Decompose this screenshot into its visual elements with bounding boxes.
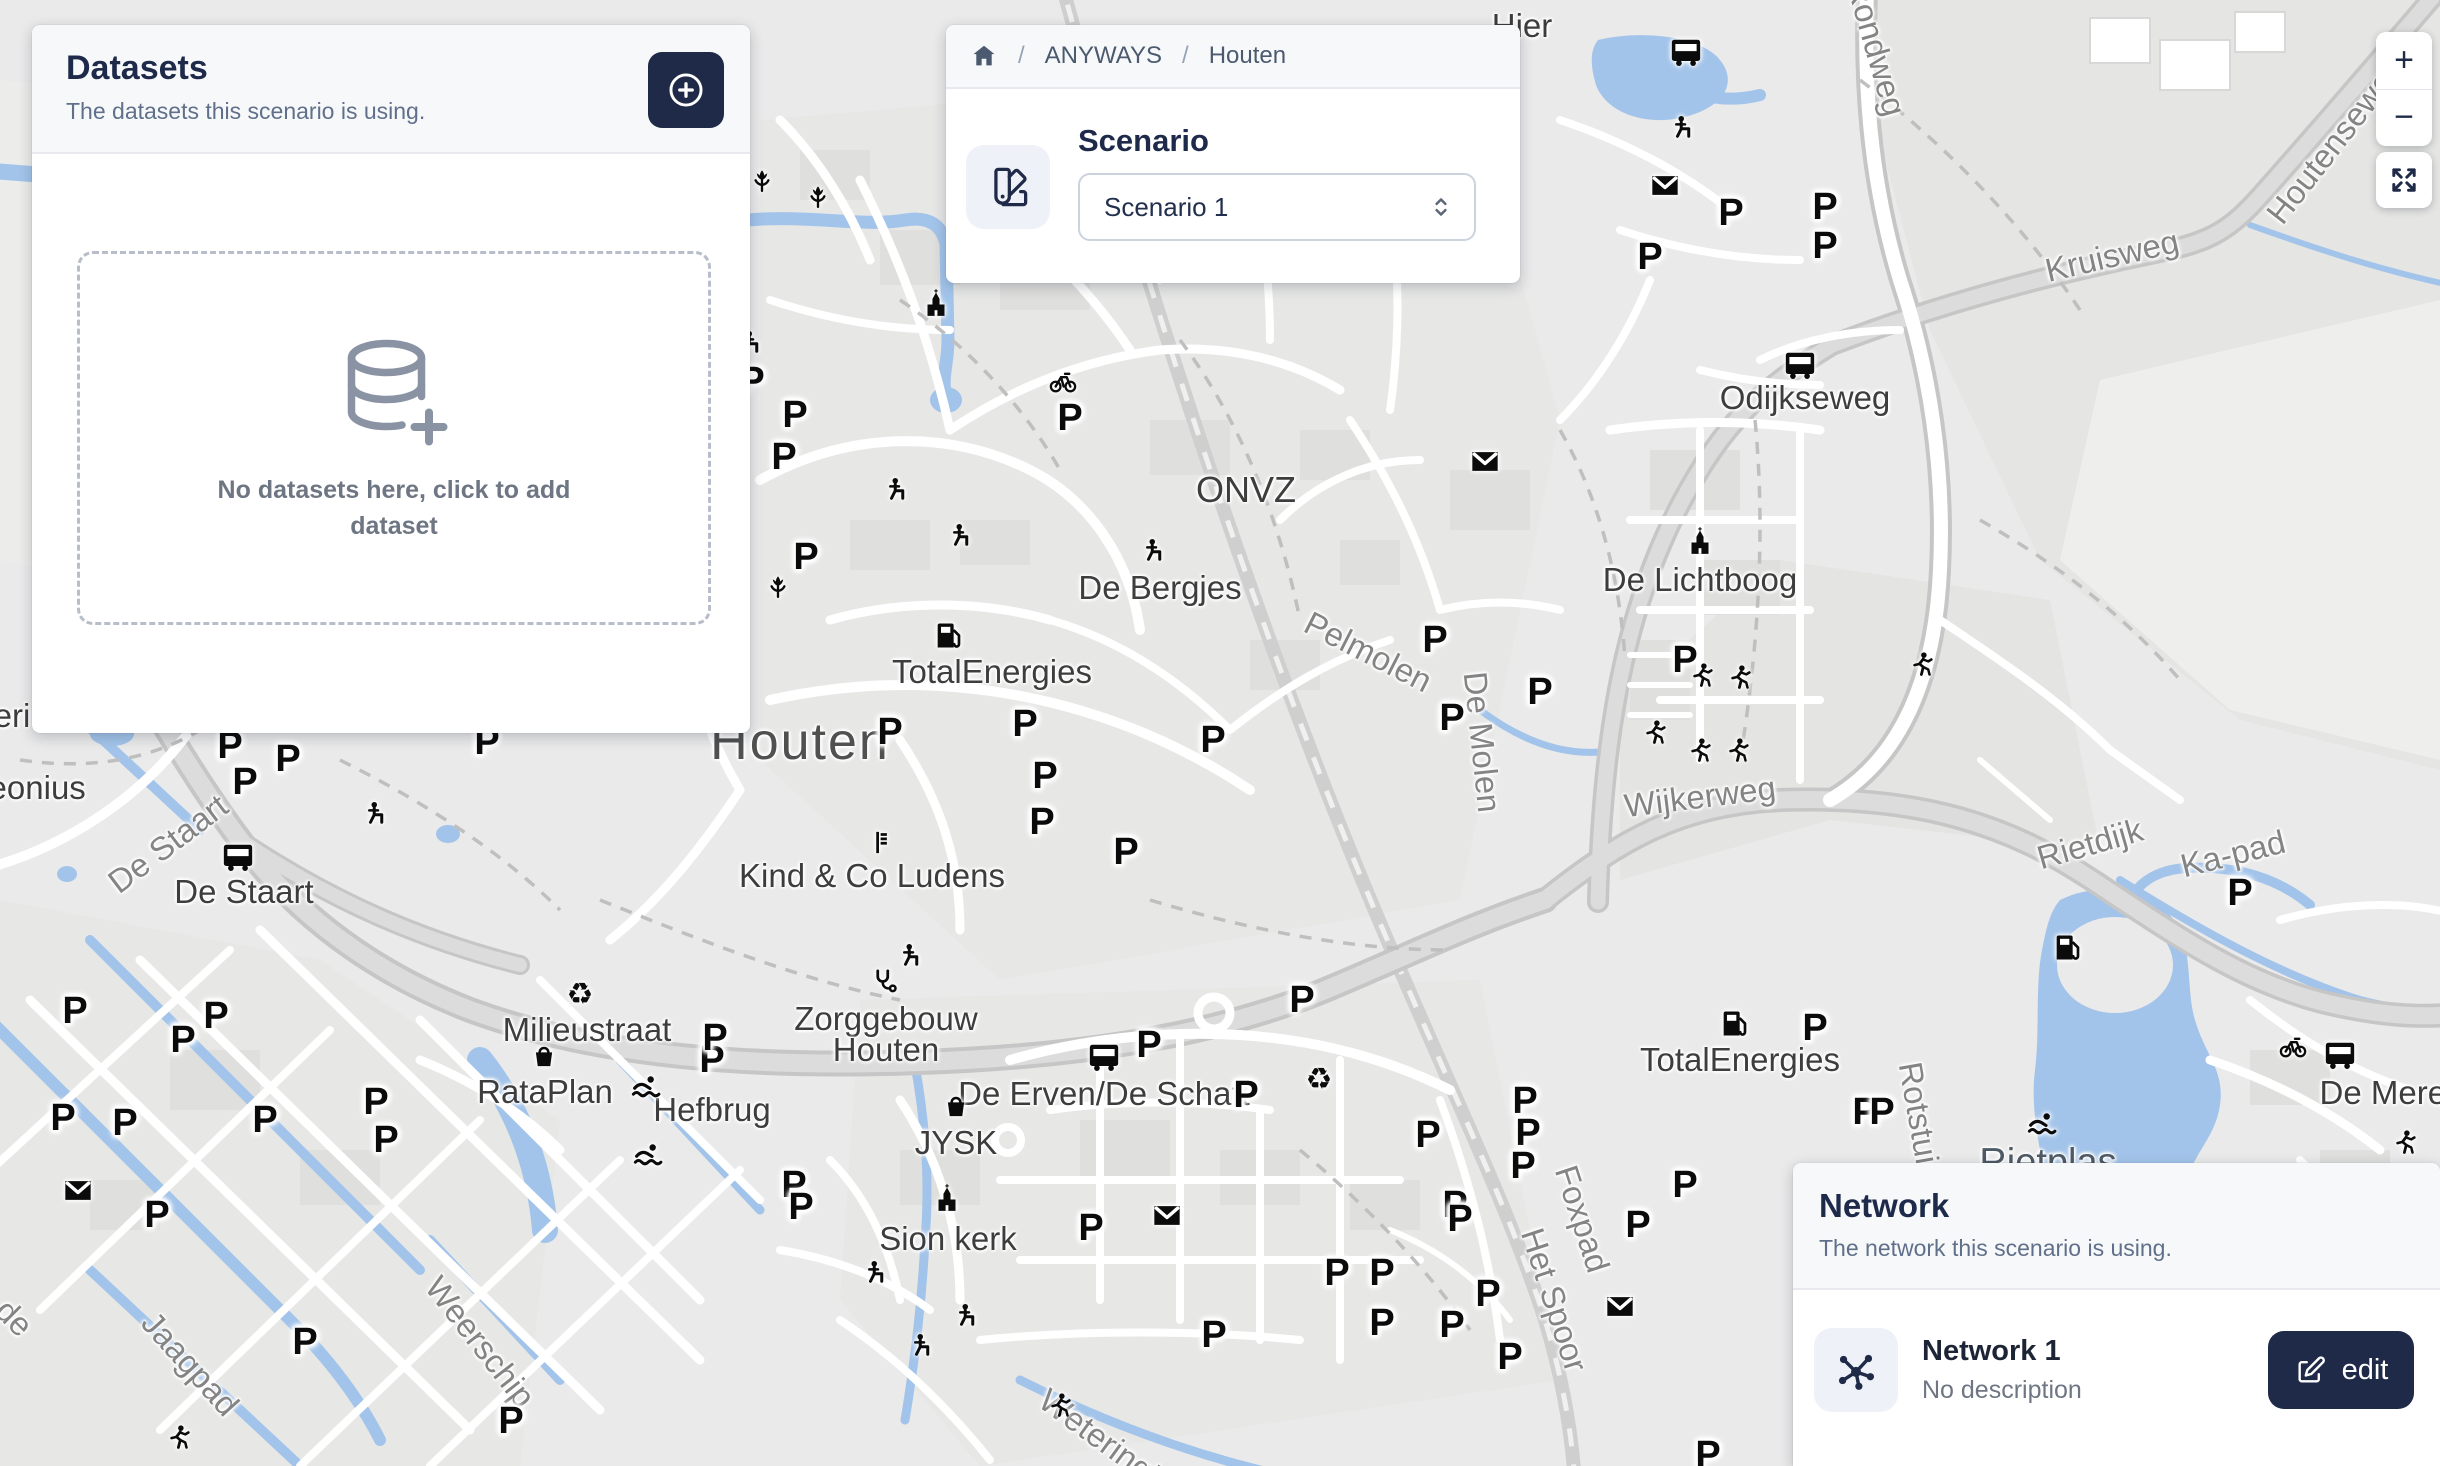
network-title: Network	[1819, 1187, 2412, 1225]
map-zoom-controls: + −	[2376, 32, 2432, 146]
breadcrumb-separator: /	[1182, 42, 1189, 70]
add-dataset-button[interactable]	[648, 52, 724, 128]
home-icon[interactable]	[970, 42, 998, 70]
datasets-panel-header: Datasets The datasets this scenario is u…	[32, 25, 750, 154]
fullscreen-button[interactable]	[2376, 152, 2432, 208]
dataset-dropzone[interactable]: No datasets here, click to add dataset	[77, 251, 711, 625]
scenario-title: Scenario	[1078, 123, 1496, 159]
breadcrumb-separator: /	[1018, 42, 1025, 70]
network-icon-tile	[1814, 1328, 1898, 1412]
datasets-panel: Datasets The datasets this scenario is u…	[32, 25, 750, 733]
scenario-panel: / ANYWAYS / Houten Scenario Scenario 1	[946, 25, 1520, 283]
edit-network-button[interactable]: edit	[2268, 1331, 2414, 1409]
app-root: HoutenTotalEnergiesDe BergjesONVZPelmole…	[0, 0, 2440, 1466]
chevron-up-down-icon	[1426, 192, 1456, 222]
network-panel-header: Network The network this scenario is usi…	[1793, 1163, 2440, 1290]
zoom-out-button[interactable]: −	[2376, 90, 2432, 147]
scenario-select-value: Scenario 1	[1104, 192, 1426, 223]
network-item: Network 1 No description edit	[1793, 1290, 2440, 1412]
circle-plus-icon	[664, 68, 708, 112]
swatch-icon	[985, 164, 1031, 210]
breadcrumb-item-anyways[interactable]: ANYWAYS	[1045, 42, 1162, 70]
datasets-subtitle: The datasets this scenario is using.	[66, 98, 718, 125]
breadcrumb: / ANYWAYS / Houten	[946, 25, 1520, 89]
datasets-empty-text: No datasets here, click to add dataset	[184, 472, 604, 545]
zoom-in-button[interactable]: +	[2376, 32, 2432, 90]
network-panel: Network The network this scenario is usi…	[1793, 1163, 2440, 1466]
network-name: Network 1	[1922, 1335, 2244, 1368]
network-subtitle: The network this scenario is using.	[1819, 1235, 2412, 1262]
database-add-icon	[334, 332, 454, 452]
scenario-body: Scenario Scenario 1	[946, 89, 1520, 241]
breadcrumb-item-houten[interactable]: Houten	[1209, 42, 1286, 70]
datasets-title: Datasets	[66, 49, 718, 88]
network-description: No description	[1922, 1376, 2244, 1405]
scenario-select[interactable]: Scenario 1	[1078, 173, 1476, 241]
pencil-square-icon	[2294, 1353, 2328, 1387]
scenario-icon-tile	[966, 145, 1050, 229]
network-icon	[1833, 1347, 1879, 1393]
fullscreen-icon	[2387, 163, 2421, 197]
edit-network-label: edit	[2342, 1354, 2389, 1387]
